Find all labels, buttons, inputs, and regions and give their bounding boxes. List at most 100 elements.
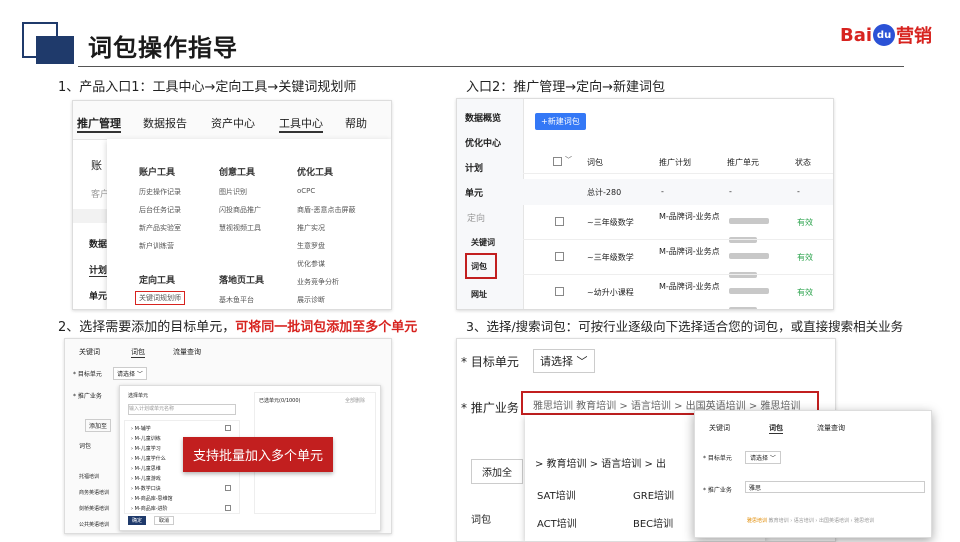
unit-item-1[interactable]: › M-儿童训练 xyxy=(131,435,161,442)
col3-item-4[interactable]: 优化参谋 xyxy=(297,259,325,269)
panel-title: 选择单元 xyxy=(128,393,149,399)
total-row-status: - xyxy=(797,187,800,196)
row1-checkbox[interactable] xyxy=(555,217,564,226)
row3-checkbox[interactable] xyxy=(555,287,564,296)
tab-word-package[interactable]: 词包 xyxy=(131,347,145,358)
nav-promo-mgmt[interactable]: 推广管理 xyxy=(77,115,121,133)
tab-traffic-query[interactable]: 流量查询 xyxy=(173,347,201,357)
search-suggestion[interactable]: 雅思培训 教育培训 › 语言培训 › 出国英语培训 › 雅思培训 xyxy=(747,517,874,524)
package-search-input[interactable]: 雅思 xyxy=(745,481,925,493)
target-unit-select-3[interactable]: 请选择 ﹀ xyxy=(745,451,781,464)
screenshot-search-package: 关键词 词包 流量查询 * 目标单元 请选择 ﹀ * 推广业务 雅思 雅思培训 … xyxy=(694,410,932,538)
tab-keyword-2[interactable]: 关键词 xyxy=(709,423,730,433)
biz-label-2: * 推广业务 xyxy=(461,401,519,415)
left-frag-3: 计划 xyxy=(89,263,108,277)
col3-item-3[interactable]: 生意罗盘 xyxy=(297,241,325,251)
col1b-title: 定向工具 xyxy=(139,276,176,286)
nav-tool-center[interactable]: 工具中心 xyxy=(279,115,323,133)
col3-item-0[interactable]: oCPC xyxy=(297,187,315,195)
unit-item-2[interactable]: › M-儿童学习 xyxy=(131,445,161,452)
grid-item-act[interactable]: ACT培训 xyxy=(537,515,577,530)
left-frag-toefl: 托福培训 xyxy=(79,474,100,480)
unit-item-0[interactable]: › M-辅学 xyxy=(131,425,151,432)
row2-name[interactable]: ~三年级数学 xyxy=(587,252,634,263)
grid-item-bec[interactable]: BEC培训 xyxy=(633,515,673,530)
col3-item-5[interactable]: 业务竞争分析 xyxy=(297,277,339,287)
tab-keyword[interactable]: 关键词 xyxy=(79,347,100,357)
selected-title: 已选单元(0/1000) xyxy=(259,398,301,404)
col1-item-2[interactable]: 新产品实验室 xyxy=(139,223,181,233)
tab-traffic-query-2[interactable]: 流量查询 xyxy=(817,423,845,433)
grid-item-gre[interactable]: GRE培训 xyxy=(633,487,674,502)
side-optimize[interactable]: 优化中心 xyxy=(465,136,501,149)
col1-item-1[interactable]: 后台任务记录 xyxy=(139,205,181,215)
confirm-button[interactable]: 确定 xyxy=(128,516,147,525)
unit-item-4[interactable]: › M-儿童思维 xyxy=(131,465,161,472)
left-frag-0: 账 xyxy=(91,159,102,172)
left-frag-package: 词包 xyxy=(79,443,92,450)
nav-data-report[interactable]: 数据报告 xyxy=(143,115,187,131)
unit-item-5[interactable]: › M-儿童游戏 xyxy=(131,475,161,482)
row3-name[interactable]: ~幼升小课程 xyxy=(587,287,634,298)
target-unit-select-2[interactable]: 请选择 ﹀ xyxy=(533,349,595,373)
unit-search-input[interactable]: 输入计划或单元名称 xyxy=(128,404,236,415)
row1-name[interactable]: ~三年级数学 xyxy=(587,217,634,228)
step1b-label: 入口2：推广管理→定向→新建词包 xyxy=(466,80,666,95)
left-frag-public: 公共英语培训 xyxy=(79,522,110,528)
step2-label: 2、选择需要添加的目标单元，可将同一批词包添加至多个单元 xyxy=(58,320,418,335)
grid-item-sat[interactable]: SAT培训 xyxy=(537,487,576,502)
baidu-logo: Bai du 营销 xyxy=(840,22,932,48)
col2-item-1[interactable]: 闪投商品推广 xyxy=(219,205,261,215)
add-all-button[interactable]: 添加全 xyxy=(471,459,523,484)
step3-label: 3、选择/搜索词包：可按行业逐级向下选择适合您的词包，或直接搜索相关业务 xyxy=(466,319,904,334)
tab-word-package-2[interactable]: 词包 xyxy=(769,423,783,434)
title-block-decoration xyxy=(36,36,74,64)
row2-plan: M-品牌词-业务点 xyxy=(659,247,720,256)
left-frag-add[interactable]: 添加至 xyxy=(85,419,112,432)
side-targeting[interactable]: 定向 xyxy=(467,211,485,224)
side-unit[interactable]: 单元 xyxy=(465,186,483,199)
col3-item-2[interactable]: 推广实况 xyxy=(297,223,325,233)
step1-label: 1、产品入口1：工具中心→定向工具→关键词规划师 xyxy=(58,80,357,95)
chevron-down-icon[interactable]: ﹀ xyxy=(565,155,572,165)
side-keyword[interactable]: 关键词 xyxy=(471,237,495,248)
col1-item-0[interactable]: 历史操作记录 xyxy=(139,187,181,197)
unit-check-0[interactable] xyxy=(225,425,231,431)
side-plan[interactable]: 计划 xyxy=(465,161,483,174)
left-frag-business: 商务英语培训 xyxy=(79,490,110,496)
screenshot-tool-center: 推广管理 数据报告 资产中心 工具中心 帮助 账 客户 数据 计划 单元 账户工… xyxy=(72,100,392,310)
unit-item-6[interactable]: › M-数学口诀 xyxy=(131,485,161,492)
unit-item-8[interactable]: › M-商品库-进阶 xyxy=(131,505,168,512)
page-title: 词包操作指导 xyxy=(88,34,238,62)
target-unit-select[interactable]: 请选择 ﹀ xyxy=(113,367,147,380)
unit-check-6[interactable] xyxy=(225,485,231,491)
col2-item-2[interactable]: 慧视视频工具 xyxy=(219,223,261,233)
col2-title: 创意工具 xyxy=(219,168,256,178)
nav-help[interactable]: 帮助 xyxy=(345,115,367,131)
col2-item-0[interactable]: 图片识别 xyxy=(219,187,247,197)
total-row-plan: - xyxy=(661,187,664,196)
side-word-package[interactable]: 词包 xyxy=(471,261,487,272)
unit-check-8[interactable] xyxy=(225,505,231,511)
row2-status: 有效 xyxy=(797,253,813,262)
cancel-button[interactable]: 取消 xyxy=(154,516,175,525)
side-url[interactable]: 网址 xyxy=(471,289,487,300)
side-overview[interactable]: 数据概览 xyxy=(465,111,501,124)
col-header-unit: 推广单元 xyxy=(727,158,759,167)
nav-asset-center[interactable]: 资产中心 xyxy=(211,115,255,131)
new-word-package-button[interactable]: +新建词包 xyxy=(535,113,586,130)
bottom-package-label: 词包 xyxy=(471,515,491,526)
col2b-item-0[interactable]: 基木鱼平台 xyxy=(219,295,254,305)
col-header-package: 词包 xyxy=(587,158,603,167)
col3-item-6[interactable]: 展示诊断 xyxy=(297,295,325,305)
clear-all-button[interactable]: 全部删除 xyxy=(345,397,365,404)
col1-item-3[interactable]: 新户训练营 xyxy=(139,241,174,251)
keyword-planner-link[interactable]: 关键词规划师 xyxy=(135,291,185,305)
unit-item-3[interactable]: › M-儿童学什么 xyxy=(131,455,166,462)
col3-item-1[interactable]: 商盾-恶意点击屏蔽 xyxy=(297,205,356,215)
unit-item-7[interactable]: › M-商品库-思维馆 xyxy=(131,495,173,502)
select-all-checkbox[interactable] xyxy=(553,157,562,166)
target-unit-label-3: * 目标单元 xyxy=(703,455,732,462)
col-header-plan: 推广计划 xyxy=(659,158,691,167)
row2-checkbox[interactable] xyxy=(555,252,564,261)
